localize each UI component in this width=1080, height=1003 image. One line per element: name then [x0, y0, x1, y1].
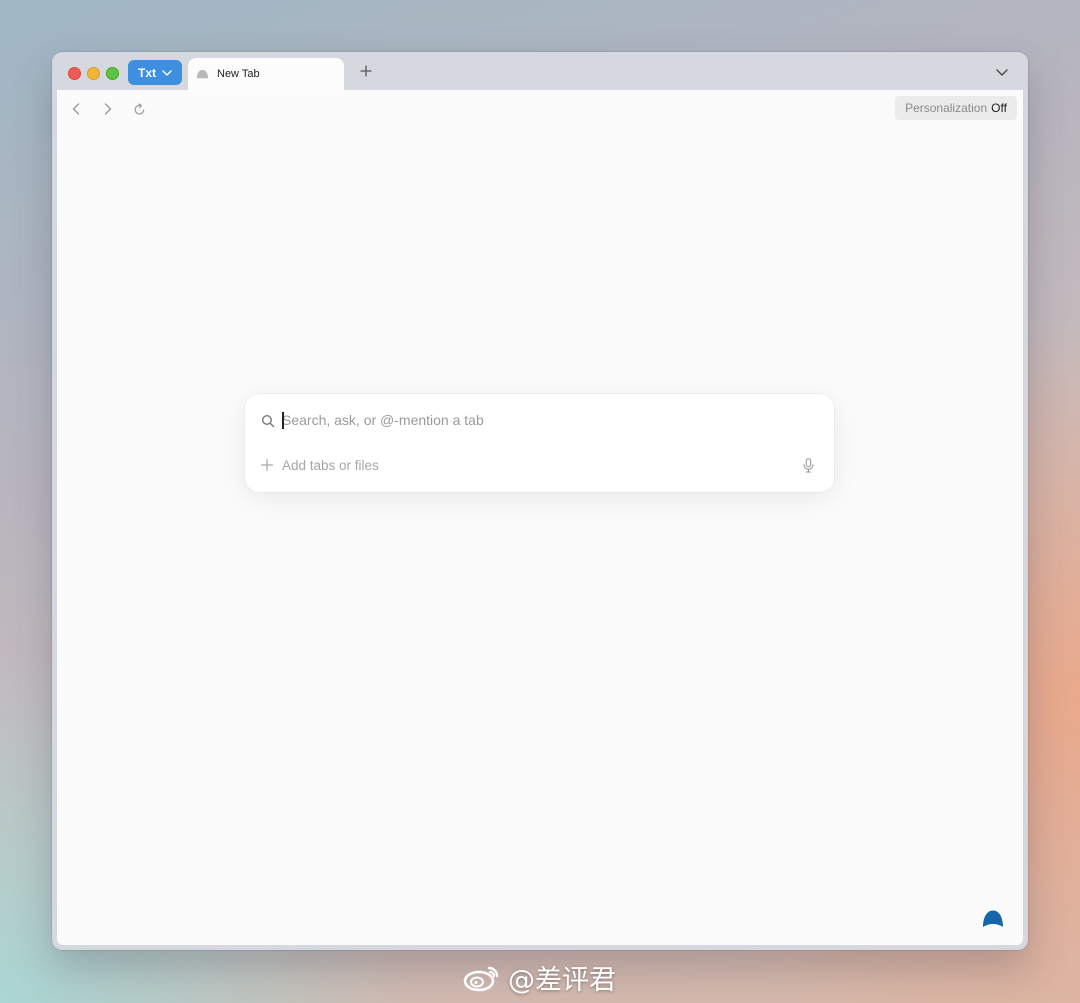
new-tab-button[interactable] — [358, 63, 374, 79]
page-content: Personalization Off Add tabs or files — [57, 90, 1023, 945]
weibo-logo-icon — [463, 966, 499, 992]
voice-input-button[interactable] — [802, 457, 814, 473]
search-icon — [261, 414, 275, 428]
search-box: Add tabs or files — [245, 394, 834, 492]
text-caret — [282, 412, 284, 429]
reload-icon — [134, 102, 144, 115]
minimize-window-button[interactable] — [87, 67, 100, 80]
chevron-down-icon — [996, 68, 1008, 76]
chevron-down-icon — [162, 69, 172, 76]
browser-window: Txt New Tab Personalization Off Search, … — [52, 52, 1028, 950]
chevron-left-icon — [72, 103, 80, 115]
close-window-button[interactable] — [68, 67, 81, 80]
search-input[interactable] — [282, 407, 802, 433]
reload-button[interactable] — [130, 100, 148, 118]
personalization-state: Off — [991, 101, 1007, 115]
plus-icon — [261, 459, 273, 471]
txt-extension-label: Txt — [138, 65, 156, 80]
personalization-toggle[interactable]: Personalization Off — [895, 96, 1017, 120]
add-tabs-or-files-button[interactable]: Add tabs or files — [282, 458, 379, 473]
tab-title: New Tab — [217, 68, 260, 80]
tab-new-tab[interactable]: New Tab — [188, 58, 344, 90]
maximize-window-button[interactable] — [106, 67, 119, 80]
forward-button[interactable] — [99, 100, 117, 118]
new-tab-favicon-icon — [196, 69, 209, 78]
txt-extension-button[interactable]: Txt — [128, 60, 182, 85]
assistant-icon[interactable] — [982, 909, 1004, 929]
plus-icon — [360, 65, 372, 77]
chevron-right-icon — [104, 103, 112, 115]
personalization-label: Personalization — [905, 101, 988, 115]
microphone-icon — [802, 457, 814, 473]
watermark: @差评君 — [462, 958, 616, 996]
back-button[interactable] — [67, 100, 85, 118]
watermark-text: @差评君 — [508, 964, 616, 996]
tab-list-button[interactable] — [994, 65, 1010, 79]
